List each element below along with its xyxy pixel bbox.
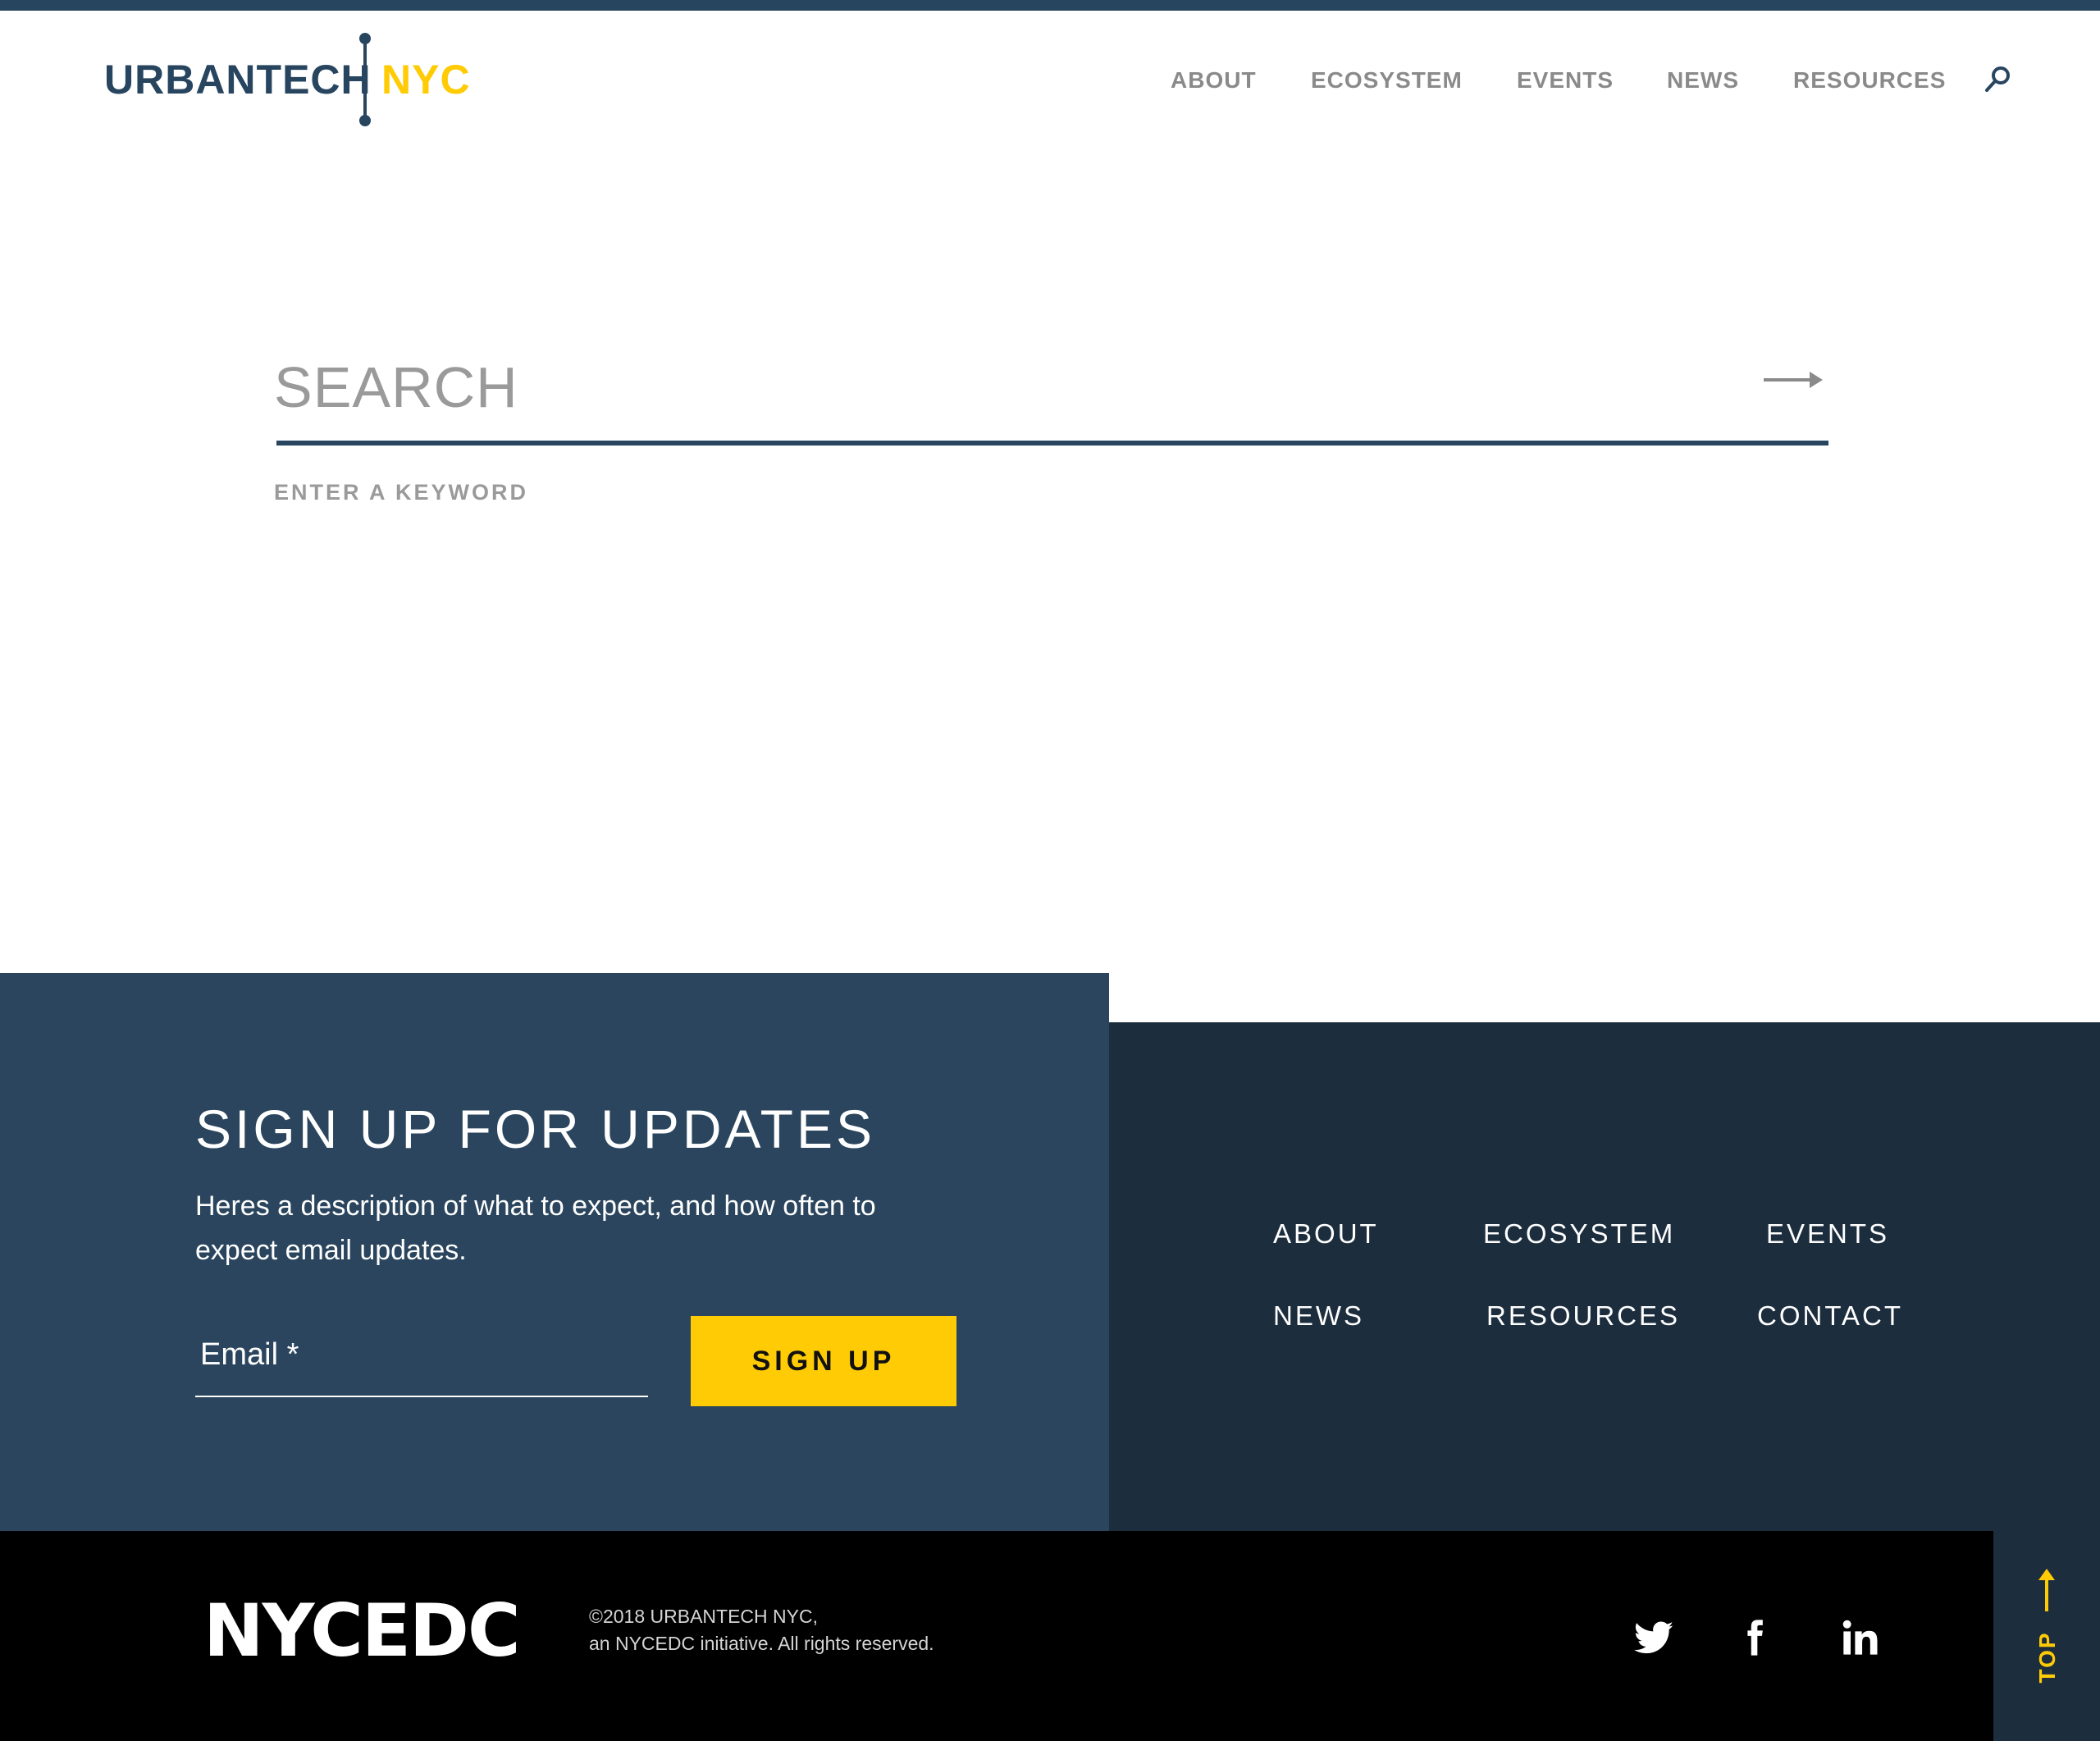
footer-link-events[interactable]: EVENTS [1766, 1218, 1889, 1250]
search-underline [276, 441, 1828, 446]
footer-link-contact[interactable]: CONTACT [1757, 1300, 1903, 1332]
nav-events[interactable]: EVENTS [1517, 67, 1614, 94]
search-icon[interactable] [1984, 64, 2013, 94]
logo-text-urbantech: URBANTECH [104, 57, 372, 103]
nycedc-logo[interactable]: NYCEDC [203, 1588, 521, 1673]
arrow-right-icon[interactable] [1762, 368, 1824, 392]
email-field-underline [195, 1396, 648, 1397]
signup-title: SIGN UP FOR UPDATES [195, 1099, 876, 1159]
nav-about[interactable]: ABOUT [1171, 67, 1257, 94]
signup-description: Heres a description of what to expect, a… [195, 1190, 876, 1266]
sign-up-button[interactable]: SIGN UP [691, 1316, 956, 1406]
site-logo[interactable]: URBANTECH NYC [104, 31, 482, 130]
email-field[interactable]: Email * [200, 1337, 299, 1373]
arrow-up-icon[interactable] [2034, 1567, 2059, 1613]
copyright-line-2: an NYCEDC initiative. All rights reserve… [589, 1633, 934, 1654]
logo-divider [363, 36, 367, 121]
nav-ecosystem[interactable]: ECOSYSTEM [1311, 67, 1463, 94]
top-accent-bar [0, 0, 2100, 11]
footer-link-resources[interactable]: RESOURCES [1486, 1300, 1680, 1332]
twitter-icon[interactable] [1632, 1616, 1675, 1659]
logo-text-nyc: NYC [381, 57, 471, 103]
search-hint: ENTER A KEYWORD [274, 480, 529, 505]
copyright: ©2018 URBANTECH NYC, an NYCEDC initiativ… [589, 1603, 934, 1657]
back-to-top-label[interactable]: TOP [2034, 1631, 2061, 1683]
footer-link-about[interactable]: ABOUT [1273, 1218, 1379, 1250]
nav-resources[interactable]: RESOURCES [1793, 67, 1946, 94]
footer-link-news[interactable]: NEWS [1273, 1300, 1364, 1332]
footer-links-panel [1109, 1022, 2100, 1531]
search-input[interactable]: SEARCH [274, 354, 518, 420]
facebook-icon[interactable] [1732, 1616, 1775, 1659]
nav-news[interactable]: NEWS [1667, 67, 1739, 94]
footer-link-ecosystem[interactable]: ECOSYSTEM [1483, 1218, 1675, 1250]
linkedin-icon[interactable] [1839, 1616, 1883, 1659]
logo-dot-bottom [359, 115, 371, 126]
copyright-line-1: ©2018 URBANTECH NYC, [589, 1606, 818, 1627]
